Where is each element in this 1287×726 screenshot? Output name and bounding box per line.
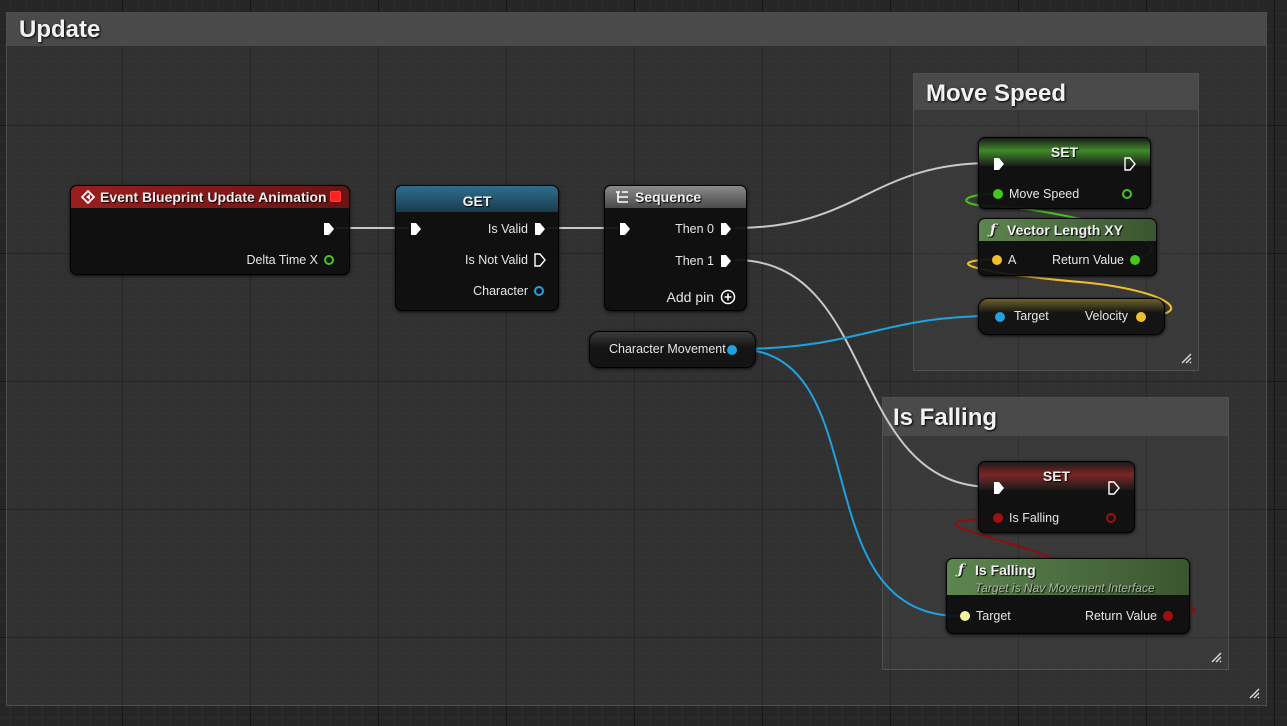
update-comment-title[interactable]: Update	[7, 13, 1266, 46]
is-valid-row: Is Valid	[488, 220, 546, 238]
a-in-pin[interactable]	[992, 255, 1002, 265]
sequence-node-header[interactable]: Sequence	[605, 186, 746, 208]
is-falling-row: Is Falling	[993, 509, 1059, 527]
character-movement-label: Character Movement	[609, 342, 726, 356]
vector-length-return-row: Return Value	[1052, 251, 1140, 269]
is-falling-return-pin[interactable]	[1163, 611, 1173, 621]
then1-exec-pin[interactable]	[720, 254, 732, 268]
velocity-target-pin[interactable]	[995, 312, 1005, 322]
is-falling-comment-title[interactable]: Is Falling	[883, 398, 1228, 436]
exec-in-pin[interactable]	[993, 481, 1005, 495]
add-pin-button[interactable]: Add pin	[667, 288, 736, 306]
then0-exec-pin[interactable]	[720, 222, 732, 236]
event-update-animation-node[interactable]: Event Blueprint Update Animation Delta T…	[70, 185, 350, 275]
vector-length-title: Vector Length XY	[1007, 222, 1123, 238]
character-movement-node[interactable]: Character Movement	[589, 331, 756, 368]
move-speed-in-pin[interactable]	[993, 189, 1003, 199]
character-movement-pin[interactable]	[727, 345, 737, 355]
is-not-valid-exec-pin[interactable]	[534, 253, 546, 267]
vector-length-return-label: Return Value	[1051, 253, 1124, 267]
move-speed-row: Move Speed	[993, 185, 1079, 203]
exec-out-pin[interactable]	[1124, 157, 1136, 171]
is-falling-target-label: Target	[976, 609, 1011, 623]
is-falling-in-pin[interactable]	[993, 513, 1003, 523]
vector-length-xy-node[interactable]: ƒ Vector Length XY A Return Value	[978, 218, 1157, 276]
vector-length-header[interactable]: ƒ Vector Length XY	[979, 219, 1156, 241]
move-speed-out-pin[interactable]	[1122, 189, 1132, 199]
delta-time-pin[interactable]	[324, 255, 334, 265]
get-validated-node[interactable]: GET Is Valid Is Not Valid Character	[395, 185, 559, 311]
then1-label: Then 1	[675, 254, 714, 268]
is-falling-target-pin[interactable]	[960, 611, 970, 621]
exec-in-pin[interactable]	[993, 157, 1005, 171]
is-falling-return-label: Return Value	[1084, 609, 1157, 623]
event-diamond-icon	[81, 190, 95, 204]
get-node-title: GET	[462, 193, 492, 209]
event-node-header[interactable]: Event Blueprint Update Animation	[71, 186, 349, 208]
is-falling-function-node[interactable]: ƒ Is Falling Target is Nav Movement Inte…	[946, 558, 1190, 634]
resize-grip-icon[interactable]	[1180, 352, 1192, 364]
is-not-valid-row: Is Not Valid	[465, 251, 546, 269]
exec-in-pin[interactable]	[410, 222, 422, 236]
move-speed-label: Move Speed	[1009, 187, 1080, 201]
function-icon: ƒ	[958, 562, 965, 578]
a-row: A	[992, 251, 1016, 269]
resize-grip-icon[interactable]	[1248, 687, 1260, 699]
set-move-speed-title: SET	[1050, 144, 1079, 160]
then1-row: Then 1	[675, 252, 732, 270]
set-move-speed-node[interactable]: SET Move Speed	[978, 137, 1151, 209]
is-not-valid-label: Is Not Valid	[465, 253, 528, 267]
sequence-icon	[616, 191, 628, 203]
is-valid-exec-pin[interactable]	[534, 222, 546, 236]
delta-time-label: Delta Time X	[246, 253, 318, 267]
function-icon: ƒ	[990, 222, 997, 238]
event-node-title: Event Blueprint Update Animation	[100, 189, 327, 205]
set-is-falling-title: SET	[1042, 468, 1071, 484]
exec-out-pin[interactable]	[1108, 481, 1120, 495]
get-velocity-node[interactable]: Target Velocity	[978, 298, 1165, 335]
add-pin-icon[interactable]	[720, 289, 736, 305]
move-speed-comment-title[interactable]: Move Speed	[914, 74, 1198, 110]
delegate-pin-icon[interactable]	[330, 191, 341, 202]
a-label: A	[1008, 253, 1017, 267]
is-falling-return-row: Return Value	[1085, 607, 1173, 625]
sequence-node-title: Sequence	[635, 189, 702, 205]
character-pin[interactable]	[534, 286, 544, 296]
is-falling-function-header[interactable]: ƒ Is Falling Target is Nav Movement Inte…	[947, 559, 1189, 595]
character-label: Character	[473, 284, 528, 298]
is-valid-label: Is Valid	[487, 222, 528, 236]
velocity-label: Velocity	[1084, 309, 1128, 323]
is-falling-out-pin[interactable]	[1106, 513, 1116, 523]
character-row: Character	[473, 282, 544, 300]
is-falling-function-subtitle: Target is Nav Movement Interface	[975, 581, 1155, 595]
sequence-node[interactable]: Sequence Then 0 Then 1 Add pin	[604, 185, 747, 311]
is-falling-set-label: Is Falling	[1009, 511, 1060, 525]
is-falling-target-row: Target	[960, 607, 1011, 625]
add-pin-label[interactable]: Add pin	[667, 288, 714, 306]
velocity-target-label: Target	[1014, 309, 1049, 323]
velocity-out-pin[interactable]	[1136, 312, 1146, 322]
set-is-falling-node[interactable]: SET Is Falling	[978, 461, 1135, 533]
get-node-header[interactable]: GET	[396, 186, 558, 212]
exec-out-pin[interactable]	[323, 222, 335, 236]
delta-time-row: Delta Time X	[246, 251, 334, 269]
resize-grip-icon[interactable]	[1210, 651, 1222, 663]
then0-label: Then 0	[675, 222, 714, 236]
is-falling-function-title: Is Falling	[975, 562, 1036, 578]
exec-in-pin[interactable]	[619, 222, 631, 236]
vector-length-return-pin[interactable]	[1130, 255, 1140, 265]
then0-row: Then 0	[675, 220, 732, 238]
